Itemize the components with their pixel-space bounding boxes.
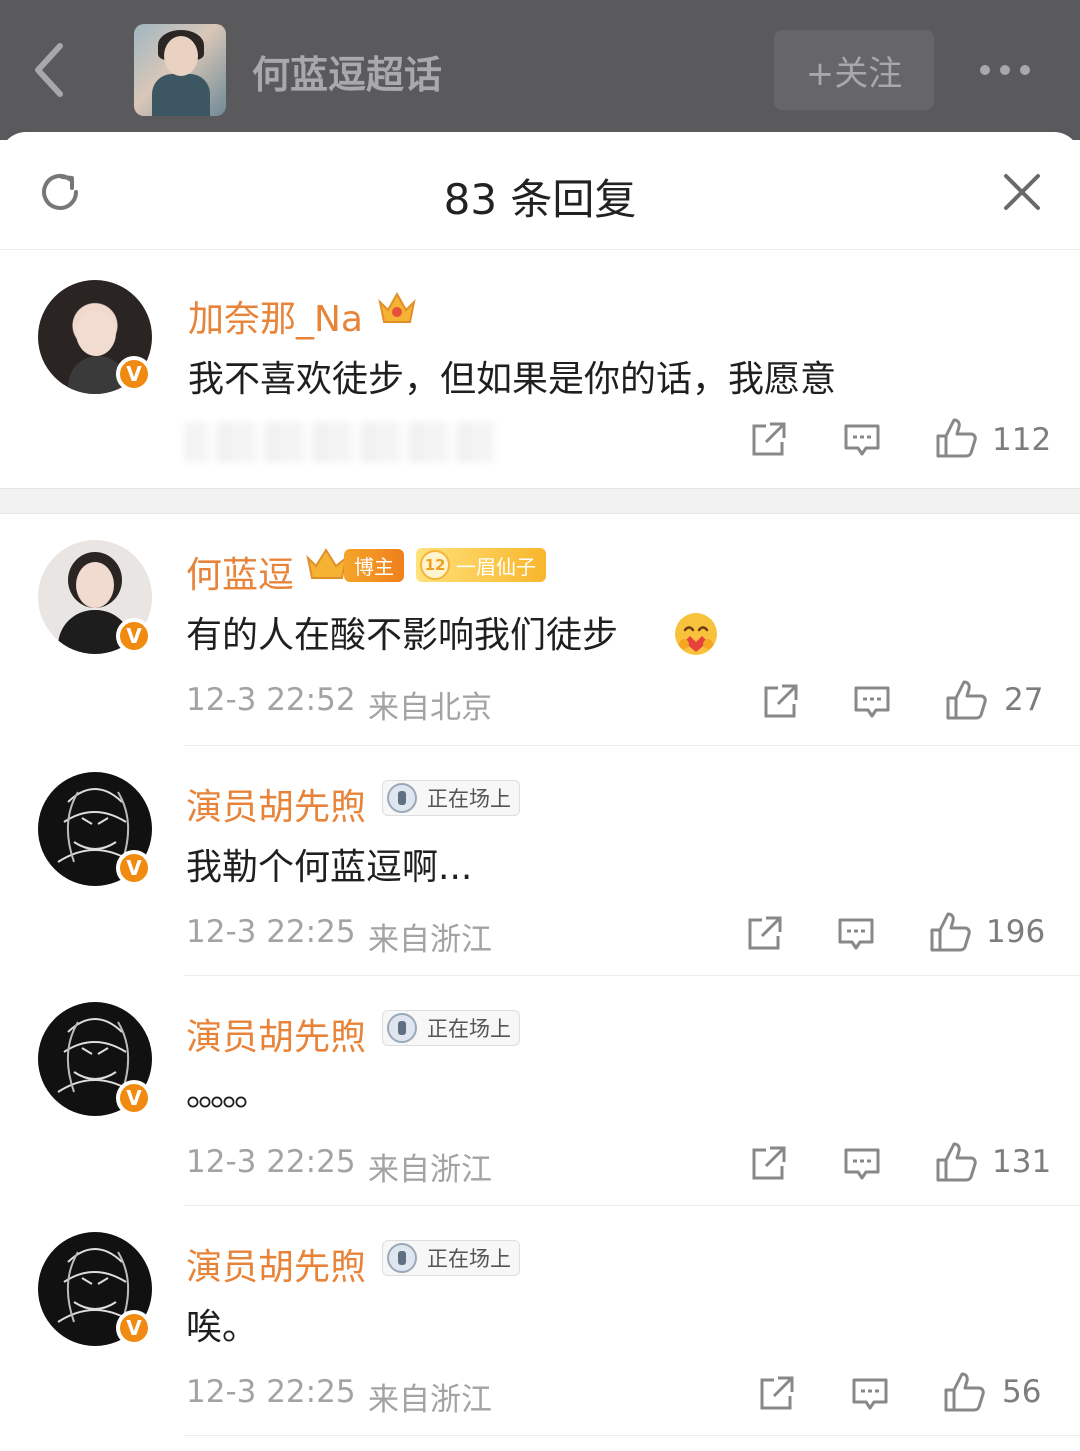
comment-icon[interactable] — [842, 420, 882, 460]
comment-text: 我勒个何蓝逗啊... — [186, 847, 473, 888]
comment-text: 。。。。。 — [186, 1073, 270, 1114]
tie-icon — [387, 783, 417, 813]
like-icon[interactable] — [934, 1140, 978, 1184]
topic-title[interactable]: 何蓝逗超话 — [252, 44, 442, 99]
root-comment[interactable]: V 加奈那_Na 我不喜欢徒步，但如果是你的话，我愿意 112 — [0, 250, 1080, 488]
replies-count-title: 83 条回复 — [443, 175, 637, 224]
verified-badge: V — [116, 1310, 152, 1346]
verified-badge: V — [116, 618, 152, 654]
verified-badge: V — [116, 1080, 152, 1116]
like-count: 27 — [1004, 682, 1044, 718]
username[interactable]: 何蓝逗 — [186, 546, 294, 598]
tie-icon — [387, 1013, 417, 1043]
like-icon[interactable] — [942, 1370, 986, 1414]
reply-item[interactable]: V 演员胡先煦 正在场上 唉。 12-3 22:25 来自浙江 56 — [0, 1206, 1080, 1436]
on-stage-badge: 正在场上 — [382, 1010, 520, 1046]
follow-button[interactable]: +关注 — [774, 30, 934, 110]
like-count: 56 — [1002, 1374, 1042, 1410]
comment-location: 来自北京 — [368, 690, 492, 726]
reply-item[interactable]: V 何蓝逗 博主 12 一眉仙子 有的人在酸不影响我们徒步 12-3 22:52 … — [0, 514, 1080, 746]
section-divider — [0, 488, 1080, 514]
share-icon[interactable] — [756, 1374, 796, 1414]
comment-time: 12-3 22:25 — [186, 1374, 356, 1410]
blurred-meta — [184, 422, 494, 462]
more-dots-icon[interactable] — [980, 56, 1044, 84]
comment-location: 来自浙江 — [368, 1382, 492, 1418]
comment-text: 我不喜欢徒步，但如果是你的话，我愿意 — [188, 359, 837, 400]
hug-emoji-icon — [675, 613, 717, 655]
like-icon[interactable] — [928, 910, 972, 954]
like-icon[interactable] — [934, 416, 978, 460]
crown-icon — [378, 291, 416, 323]
reply-item[interactable]: V 演员胡先煦 正在场上 我勒个何蓝逗啊... 12-3 22:25 来自浙江 … — [0, 746, 1080, 976]
close-icon[interactable] — [1000, 170, 1044, 214]
share-icon[interactable] — [744, 914, 784, 954]
share-icon[interactable] — [760, 682, 800, 722]
chevron-left-icon[interactable] — [28, 40, 72, 100]
username[interactable]: 加奈那_Na — [188, 290, 363, 342]
comment-icon[interactable] — [852, 682, 892, 722]
share-icon[interactable] — [748, 420, 788, 460]
username[interactable]: 演员胡先煦 — [186, 778, 366, 830]
comment-location: 来自浙江 — [368, 922, 492, 958]
sheet-header: 83 条回复 — [0, 132, 1080, 250]
comment-time: 12-3 22:52 — [186, 682, 356, 718]
on-stage-badge: 正在场上 — [382, 1240, 520, 1276]
username[interactable]: 演员胡先煦 — [186, 1238, 366, 1290]
comment-icon[interactable] — [850, 1374, 890, 1414]
tie-icon — [387, 1243, 417, 1273]
comment-location: 来自浙江 — [368, 1152, 492, 1188]
comment-icon[interactable] — [836, 914, 876, 954]
comment-icon[interactable] — [842, 1144, 882, 1184]
like-count: 112 — [992, 422, 1052, 458]
blogger-badge: 博主 — [306, 548, 404, 582]
comment-time: 12-3 22:25 — [186, 914, 356, 950]
share-icon[interactable] — [748, 1144, 788, 1184]
comment-time: 12-3 22:25 — [186, 1144, 356, 1180]
username[interactable]: 演员胡先煦 — [186, 1008, 366, 1060]
replies-sheet: 83 条回复 V 加奈那_Na 我不喜欢徒步，但如果是你的话，我愿意 112 V… — [0, 132, 1080, 1451]
like-count: 196 — [986, 914, 1046, 950]
reply-item[interactable]: V 演员胡先煦 正在场上 。。。。。 12-3 22:25 来自浙江 131 — [0, 976, 1080, 1206]
fan-level-badge: 12 一眉仙子 — [416, 548, 546, 582]
verified-badge: V — [116, 356, 152, 392]
comment-text: 有的人在酸不影响我们徒步 — [186, 615, 619, 656]
verified-badge: V — [116, 850, 152, 886]
topic-header: 何蓝逗超话 +关注 — [0, 0, 1080, 140]
like-icon[interactable] — [944, 678, 988, 722]
comment-text: 唉。 — [186, 1307, 259, 1348]
on-stage-badge: 正在场上 — [382, 780, 520, 816]
divider — [184, 1435, 1080, 1436]
like-count: 131 — [992, 1144, 1052, 1180]
topic-thumbnail[interactable] — [134, 24, 226, 116]
